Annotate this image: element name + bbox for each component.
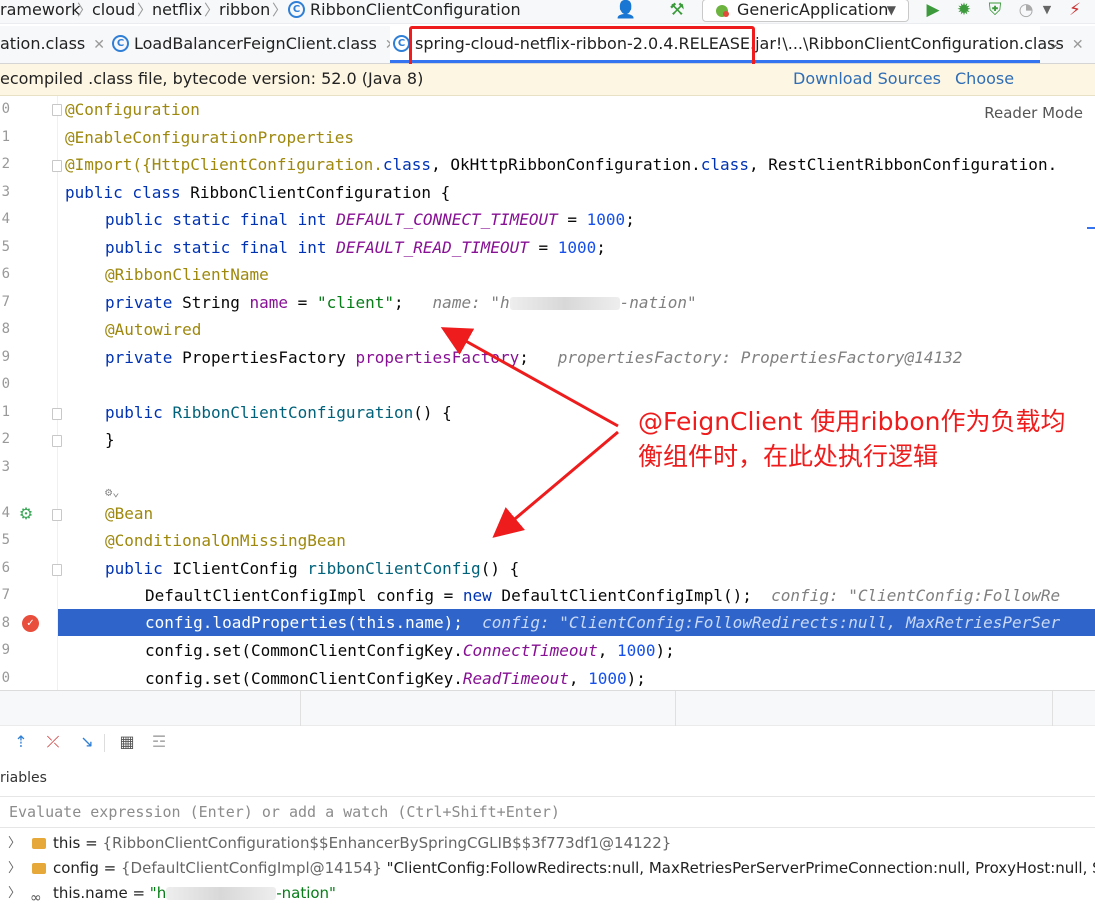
run-icon[interactable]: ▶	[922, 0, 944, 22]
spring-app-icon	[716, 5, 729, 17]
breadcrumb-item-class[interactable]: C RibbonClientConfiguration	[288, 0, 521, 23]
run-to-cursor-icon[interactable]: ↘	[76, 731, 98, 753]
tab-label: ation.class	[0, 34, 86, 53]
run-configuration-select[interactable]: GenericApplication ▼	[702, 0, 909, 22]
drop-frame-icon[interactable]: ⤫	[42, 731, 64, 753]
chevron-down-icon[interactable]: ⌄	[1048, 26, 1060, 63]
breadcrumb-item-netflix[interactable]: netflix	[152, 0, 202, 23]
evaluate-expression-input[interactable]: Evaluate expression (Enter) or add a wat…	[0, 796, 1095, 828]
arrow-to-ribbon-client-config	[492, 430, 619, 538]
variable-value: "h	[149, 884, 167, 902]
tab-label: LoadBalancerFeignClient.class	[134, 34, 377, 53]
annotation-arrows	[440, 327, 619, 538]
evaluate-expression-icon[interactable]: ▦	[116, 731, 138, 753]
variable-name: config	[53, 859, 99, 877]
debug-toolbar: ⇡ ⤫ ↘ ▦ ☲	[0, 726, 1095, 760]
expand-arrow-icon[interactable]: 〉	[8, 856, 21, 881]
profiler-icon[interactable]: ◔	[1015, 0, 1037, 22]
variable-value: {RibbonClientConfiguration$$EnhancerBySp…	[102, 834, 672, 852]
class-icon: C	[393, 35, 410, 52]
build-hammer-icon[interactable]: ⚒	[665, 0, 689, 22]
field-icon	[32, 838, 46, 849]
class-icon: C	[288, 1, 305, 18]
tab-label: spring-cloud-netflix-ribbon-2.0.4.RELEAS…	[415, 34, 1064, 53]
debug-icon[interactable]: ✹	[953, 0, 975, 22]
variable-string-value: "ClientConfig:FollowRedirects:null, MaxR…	[381, 859, 1095, 877]
tab-loadbalancer-feign-client[interactable]: CLoadBalancerFeignClient.class✕	[112, 26, 397, 63]
variable-value: {DefaultClientConfigImpl@14154}	[121, 859, 382, 877]
tab-ribbon-client-configuration[interactable]: Cspring-cloud-netflix-ribbon-2.0.4.RELEA…	[390, 26, 1084, 63]
step-out-icon[interactable]: ⇡	[10, 731, 32, 753]
redacted-text	[166, 887, 277, 900]
breadcrumb-item-cloud[interactable]: cloud	[92, 0, 135, 23]
variable-equals: =	[127, 884, 150, 902]
arrow-to-name-field	[440, 327, 619, 428]
breadcrumb-class-label: RibbonClientConfiguration	[310, 0, 521, 19]
watch-glasses-icon: ∞	[30, 890, 42, 906]
divider	[300, 691, 301, 727]
variable-value: -nation"	[276, 884, 336, 902]
variable-equals: =	[98, 859, 122, 877]
class-icon: C	[112, 35, 129, 52]
run-configuration-label: GenericApplication	[737, 0, 889, 19]
close-icon[interactable]: ✕	[1072, 37, 1084, 53]
variables-panel-title: riables	[0, 770, 47, 786]
chevron-down-icon: ▼	[886, 3, 896, 17]
stop-icon[interactable]: ⚡	[1064, 0, 1086, 22]
breadcrumb-separator: 〉	[272, 1, 288, 19]
download-sources-link[interactable]: Download Sources	[793, 64, 941, 94]
variable-name: this.name	[53, 884, 128, 902]
decompiled-banner: ecompiled .class file, bytecode version:…	[0, 64, 1095, 118]
variable-equals: =	[80, 834, 103, 852]
editor-tab-bar: ation.class ✕ C LoadBalancerFeignClient.cl…	[0, 26, 1095, 64]
chevron-down-icon[interactable]: ▼	[1040, 0, 1054, 22]
breadcrumb-separator: 〉	[137, 1, 153, 19]
code-editor[interactable]: 0 1 2 3 4 5 6 7 8 9 0 1 2 3 4 5 6 7 8 9 …	[0, 96, 1095, 690]
expand-arrow-icon[interactable]: 〉	[8, 881, 21, 906]
user-icon[interactable]: 👤	[612, 0, 640, 22]
debug-tab-bar	[0, 690, 1095, 727]
breadcrumb-item-ribbon[interactable]: ribbon	[219, 0, 270, 23]
coverage-icon[interactable]: ⛨	[984, 0, 1006, 22]
tab-configuration-class[interactable]: ation.class ✕	[0, 26, 105, 63]
annotation-callout: @FeignClient 使用ribbon作为负载均衡组件时，在此处执行逻辑	[638, 407, 1066, 471]
breadcrumb-separator: 〉	[77, 1, 93, 19]
divider	[1052, 691, 1053, 727]
trace-stream-icon[interactable]: ☲	[148, 731, 170, 753]
decompiled-info-text: ecompiled .class file, bytecode version:…	[0, 69, 424, 88]
close-icon[interactable]: ✕	[93, 37, 105, 53]
breadcrumb-separator: 〉	[204, 1, 220, 19]
divider	[104, 734, 105, 752]
divider	[675, 691, 676, 727]
navigation-toolbar: ramework 〉 cloud 〉 netflix 〉 ribbon 〉 CR…	[0, 0, 1095, 24]
variable-name: this	[53, 834, 81, 852]
field-icon	[32, 863, 46, 874]
breadcrumb-item-framework[interactable]: ramework	[0, 0, 81, 23]
expand-arrow-icon[interactable]: 〉	[8, 831, 21, 856]
